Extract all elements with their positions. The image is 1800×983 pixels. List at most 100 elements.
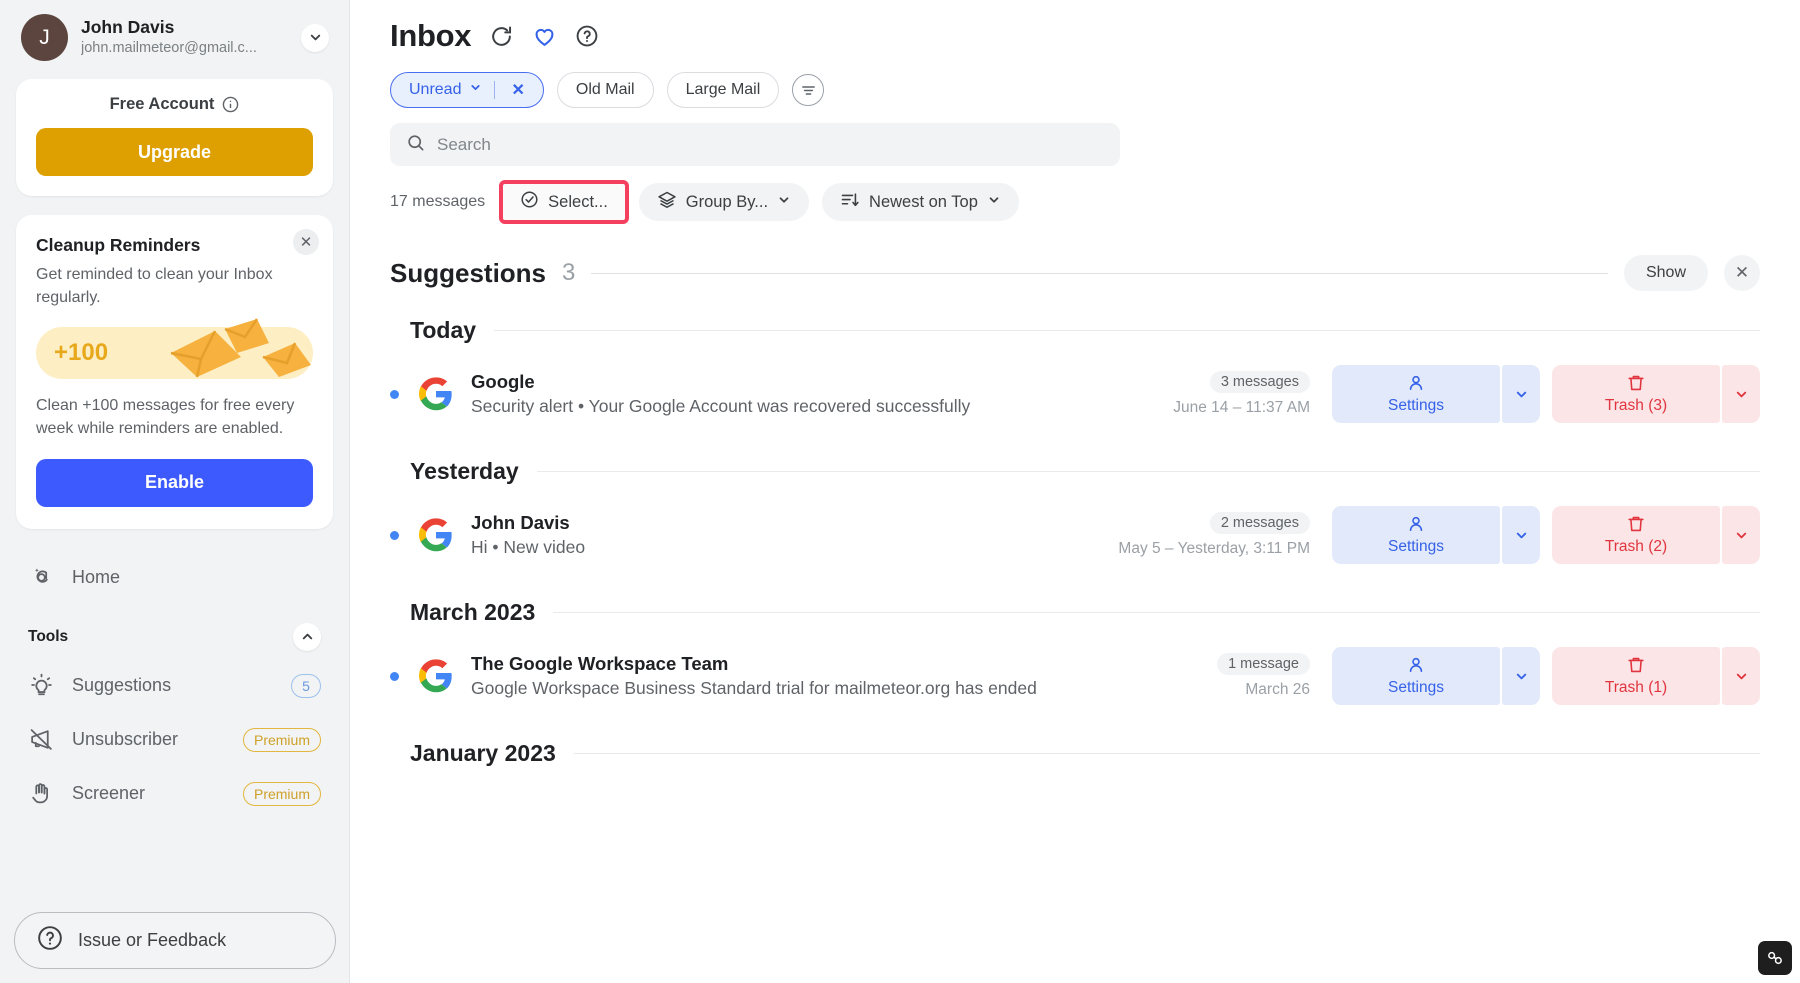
chevron-down-icon[interactable] — [469, 81, 482, 99]
date-group-label: Today — [410, 317, 477, 343]
settings-label: Settings — [1387, 397, 1444, 414]
main-panel: Inbox Unread ✕ Old Mail Large Mail Searc… — [350, 0, 1800, 983]
trash-action-group: Trash (2) — [1552, 506, 1760, 564]
date-divider — [553, 612, 1760, 613]
table-row[interactable]: John Davis Hi • New video 2 messages May… — [390, 497, 1760, 573]
info-icon[interactable] — [222, 96, 239, 113]
heart-icon[interactable] — [532, 24, 557, 49]
select-button-label: Select... — [548, 192, 608, 211]
sidebar-item-suggestions[interactable]: Suggestions 5 — [16, 659, 333, 713]
chevron-up-icon[interactable] — [293, 622, 321, 651]
trash-button[interactable]: Trash (2) — [1552, 506, 1720, 564]
settings-action-group: Settings — [1332, 647, 1540, 705]
settings-caret-button[interactable] — [1502, 365, 1540, 423]
suggestions-count-badge: 5 — [291, 673, 321, 698]
date-group-label: March 2023 — [410, 599, 536, 625]
google-logo — [419, 659, 452, 693]
enable-button[interactable]: Enable — [36, 458, 313, 507]
sort-button[interactable]: Newest on Top — [822, 183, 1019, 221]
group-by-button[interactable]: Group By... — [638, 183, 810, 221]
select-button[interactable]: Select... — [499, 180, 629, 224]
free-account-title-row: Free Account — [36, 95, 313, 114]
mail-snippet: Security alert • Your Google Account was… — [471, 395, 971, 416]
mail-texts: The Google Workspace Team Google Workspa… — [471, 652, 1217, 701]
close-icon[interactable]: ✕ — [293, 229, 319, 255]
trash-caret-button[interactable] — [1722, 647, 1760, 705]
trash-caret-button[interactable] — [1722, 506, 1760, 564]
search-bar[interactable] — [390, 123, 1120, 166]
sort-label: Newest on Top — [869, 192, 978, 211]
at-sparkle-icon — [28, 565, 54, 591]
list-toolbar: 17 messages Select... Group By... Newest… — [390, 180, 1760, 224]
sidebar-item-home[interactable]: Home — [16, 551, 333, 605]
trash-action-group: Trash (3) — [1552, 365, 1760, 423]
refresh-icon[interactable] — [489, 24, 514, 49]
page-header: Inbox — [390, 0, 1760, 54]
filter-list-icon[interactable] — [792, 74, 825, 106]
show-suggestions-button[interactable]: Show — [1623, 255, 1708, 291]
account-name: John Davis — [81, 17, 175, 38]
premium-badge: Premium — [242, 727, 321, 752]
help-circle-icon[interactable] — [575, 24, 599, 48]
message-count-pill: 2 messages — [1209, 512, 1310, 534]
mail-snippet: Hi • New video — [471, 536, 586, 557]
chevron-down-icon — [777, 193, 791, 212]
close-icon[interactable]: ✕ — [1724, 255, 1760, 291]
cleanup-promo-strip: +100 — [36, 318, 313, 380]
filter-chip-old-mail[interactable]: Old Mail — [556, 72, 654, 108]
sidebar-item-label: Home — [72, 567, 121, 588]
account-switcher[interactable]: J John Davis john.mailmeteor@gmail.c... — [16, 0, 333, 73]
sidebar-item-label: Screener — [72, 783, 146, 804]
page-title: Inbox — [390, 18, 472, 53]
settings-caret-button[interactable] — [1502, 647, 1540, 705]
question-circle-icon — [37, 925, 63, 956]
trash-caret-button[interactable] — [1722, 365, 1760, 423]
issue-or-feedback-button[interactable]: Issue or Feedback — [14, 912, 336, 969]
tools-section-header[interactable]: Tools — [16, 611, 333, 659]
layers-icon — [657, 190, 677, 215]
section-divider — [591, 272, 1608, 274]
free-account-card: Free Account Upgrade — [16, 79, 333, 196]
settings-caret-button[interactable] — [1502, 506, 1540, 564]
free-account-label: Free Account — [109, 95, 215, 113]
upgrade-button[interactable]: Upgrade — [36, 128, 313, 176]
filter-chip-label: Unread — [409, 81, 462, 98]
sidebar: J John Davis john.mailmeteor@gmail.c... … — [0, 0, 350, 983]
sidebar-item-screener[interactable]: Screener Premium — [16, 767, 333, 821]
mail-texts: John Davis Hi • New video — [471, 511, 1118, 560]
filter-chip-unread[interactable]: Unread ✕ — [390, 72, 544, 108]
filter-chip-large-mail[interactable]: Large Mail — [666, 72, 780, 108]
clear-filter-icon[interactable]: ✕ — [507, 80, 528, 100]
cleanup-promo-badge: +100 — [54, 339, 109, 367]
mail-sender: Google — [471, 370, 535, 392]
mail-date: March 26 — [1245, 681, 1310, 698]
chip-divider — [494, 81, 496, 99]
trash-button[interactable]: Trash (3) — [1552, 365, 1720, 423]
accessibility-badge-icon[interactable] — [1758, 941, 1792, 975]
settings-button[interactable]: Settings — [1332, 506, 1500, 564]
user-icon — [1406, 655, 1426, 678]
settings-button[interactable]: Settings — [1332, 365, 1500, 423]
settings-button[interactable]: Settings — [1332, 647, 1500, 705]
check-circle-icon — [520, 190, 539, 214]
mail-meta: 2 messages May 5 – Yesterday, 3:11 PM — [1118, 512, 1310, 558]
settings-label: Settings — [1387, 679, 1444, 696]
hand-icon — [28, 781, 54, 807]
trash-action-group: Trash (1) — [1552, 647, 1760, 705]
sidebar-item-unsubscriber[interactable]: Unsubscriber Premium — [16, 713, 333, 767]
user-icon — [1406, 514, 1426, 537]
chevron-down-icon[interactable] — [301, 23, 329, 52]
date-divider — [536, 471, 1760, 472]
trash-button[interactable]: Trash (1) — [1552, 647, 1720, 705]
sort-desc-icon — [840, 190, 860, 215]
table-row[interactable]: Google Security alert • Your Google Acco… — [390, 356, 1760, 432]
date-group-header: Yesterday — [390, 458, 1760, 485]
search-input[interactable] — [437, 134, 1104, 155]
unread-dot-icon — [390, 671, 399, 681]
google-logo — [419, 518, 452, 552]
sidebar-item-label: Unsubscriber — [72, 729, 179, 750]
date-group-label: January 2023 — [410, 740, 556, 766]
table-row[interactable]: The Google Workspace Team Google Workspa… — [390, 638, 1760, 714]
google-logo — [419, 377, 452, 411]
trash-label: Trash (1) — [1604, 679, 1668, 696]
